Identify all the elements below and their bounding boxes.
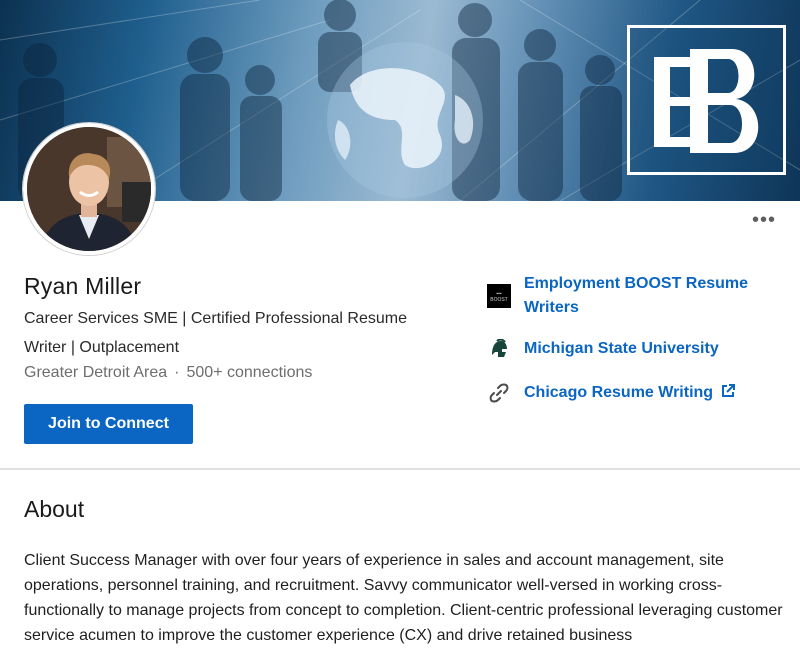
section-divider	[0, 468, 800, 470]
about-text: Client Success Manager with over four ye…	[24, 552, 783, 644]
education-link[interactable]: Michigan State University	[487, 337, 764, 361]
education-label[interactable]: Michigan State University	[524, 337, 764, 361]
more-options-button[interactable]: •••	[748, 210, 780, 235]
profile-photo	[27, 127, 151, 251]
join-to-connect-button[interactable]: Join to Connect	[24, 404, 193, 444]
experience-link[interactable]: ▪▪▪ BOOST Employment BOOST Resume Writers	[487, 272, 764, 320]
website-label-text[interactable]: Chicago Resume Writing	[524, 384, 713, 401]
meta-separator: ·	[174, 364, 180, 381]
about-heading: About	[24, 496, 85, 522]
spartan-helmet-icon	[487, 337, 511, 361]
profile-name: Ryan Miller	[24, 273, 142, 299]
avatar[interactable]	[23, 123, 155, 255]
connections-text: 500+ connections	[186, 364, 313, 381]
profile-headline: Career Services SME | Certified Professi…	[24, 310, 407, 356]
location-text: Greater Detroit Area	[24, 364, 168, 381]
brand-logo	[627, 25, 786, 175]
globe-graphic	[327, 42, 483, 198]
eb-monogram-icon	[653, 49, 758, 153]
website-link[interactable]: Chicago Resume Writing	[487, 381, 764, 405]
link-icon	[487, 381, 511, 405]
website-label[interactable]: Chicago Resume Writing	[524, 381, 764, 405]
profile-meta: Greater Detroit Area · 500+ connections	[24, 364, 312, 382]
company-logo-icon: ▪▪▪ BOOST	[487, 284, 511, 308]
external-link-icon	[721, 384, 735, 397]
experience-label[interactable]: Employment BOOST Resume Writers	[524, 272, 764, 320]
